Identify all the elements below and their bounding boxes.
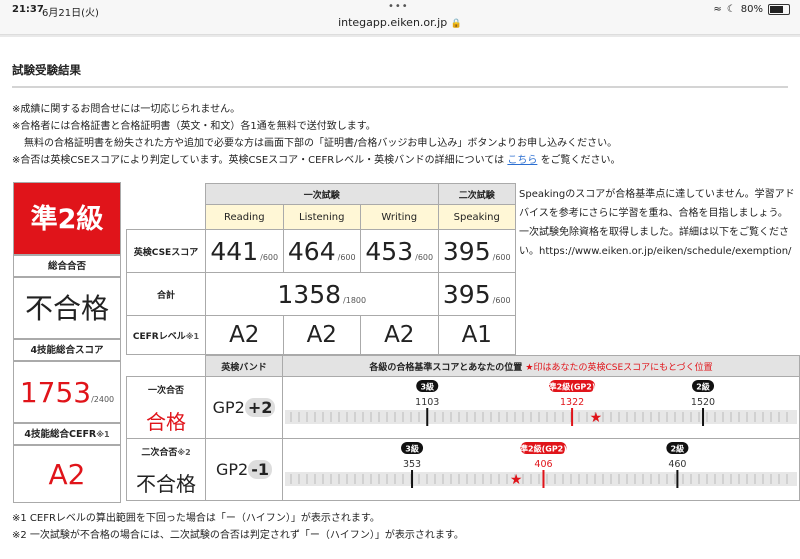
col-writing: Writing xyxy=(360,204,439,230)
grade-pill-label: 2級 xyxy=(696,382,710,392)
threshold-score: 406 xyxy=(534,459,552,470)
second-result-value: 不合格 xyxy=(126,464,206,502)
grade-badge: 準2級 xyxy=(13,182,121,255)
first-result-value: 合格 xyxy=(126,402,206,440)
band-header: 英検バンド xyxy=(205,355,283,377)
footnotes: ※1 CEFRレベルの算出範囲を下回った場合は「ー（ハイフン）」が表示されます。… xyxy=(12,510,464,544)
battery-icon xyxy=(768,4,790,15)
footnote-1: ※1 CEFRレベルの算出範囲を下回った場合は「ー（ハイフン）」が表示されます。 xyxy=(12,513,380,524)
threshold-score: 460 xyxy=(668,459,686,470)
reading-score: 441/600 xyxy=(205,229,284,273)
total-row-label: 合計 xyxy=(126,272,206,316)
listening-score: 464/600 xyxy=(282,229,361,273)
col-reading: Reading xyxy=(205,204,284,230)
note-2: ※合格者には合格証書と合格証明書（英文・和文）各1通を無料で送付致します。 xyxy=(12,121,376,132)
grade-pill-label: 準2級(GP2) xyxy=(520,444,567,454)
overall-label: 総合合否 xyxy=(13,255,121,277)
speaking-cefr: A1 xyxy=(437,315,516,355)
address-bar[interactable]: integapp.eiken.or.jp 🔒 xyxy=(0,16,800,29)
url-text: integapp.eiken.or.jp xyxy=(338,16,448,29)
status-bar: 21:37 6月21日(火) ••• integapp.eiken.or.jp … xyxy=(0,0,800,35)
scale-bar xyxy=(285,472,797,486)
writing-score: 453/600 xyxy=(360,229,439,273)
scale-bar xyxy=(285,410,797,424)
cse-row-label: 英検CSEスコア xyxy=(126,229,206,273)
threshold-score: 1322 xyxy=(560,397,584,408)
scores-table: 一次試験 二次試験 Reading Listening Writing Spea… xyxy=(126,183,516,355)
total4-max: /2400 xyxy=(91,395,115,404)
second-scale: 3級 353 準2級(GP2) 406 2級 460 ★ xyxy=(282,438,800,501)
reading-cefr: A2 xyxy=(205,315,284,355)
summary-panel: 準2級 総合合否 不合格 4技能総合スコア 1753/2400 4技能総合CEF… xyxy=(13,182,121,503)
second-exam-header: 二次試験 xyxy=(437,183,516,205)
advice-text: Speakingのスコアが合格基準点に達していません。学習アドバイスを参考にさら… xyxy=(519,189,795,257)
total4-value: 1753 xyxy=(19,376,92,409)
first-exam-header: 一次試験 xyxy=(205,183,439,205)
threshold-score: 353 xyxy=(403,459,421,470)
col-speaking: Speaking xyxy=(437,204,516,230)
total4-label: 4技能総合スコア xyxy=(13,339,121,361)
threshold-score: 1103 xyxy=(415,397,439,408)
writing-cefr: A2 xyxy=(360,315,439,355)
overall-result: 不合格 xyxy=(13,277,121,339)
note-2b: 無料の合格証明書を紛失された方や追加で必要な方は画面下部の「証明書/合格バッジお… xyxy=(24,138,618,149)
total4-score: 1753/2400 xyxy=(13,361,121,423)
my-score-star-icon: ★ xyxy=(510,472,523,488)
note-3-text: ※合否は英検CSEスコアにより判定しています。英検CSEスコア・CEFRレベル・… xyxy=(12,155,505,166)
my-score-star-icon: ★ xyxy=(590,410,603,426)
grade-pill-label: 2級 xyxy=(671,444,685,454)
cefr4-value: A2 xyxy=(13,445,121,503)
cefr4-label: 4技能総合CEFR※1 xyxy=(13,423,121,445)
page-title: 試験受験結果 xyxy=(12,63,81,77)
note-3: ※合否は英検CSEスコアにより判定しています。英検CSEスコア・CEFRレベル・… xyxy=(12,152,621,169)
moon-icon: ☾ xyxy=(726,4,736,15)
footnote-2: ※2 一次試験が不合格の場合には、二次試験の合否は判定されず「ー（ハイフン）」が… xyxy=(12,530,464,541)
second-band: GP2 -1 xyxy=(205,438,283,501)
lock-icon: 🔒 xyxy=(450,19,462,29)
grade-pill-label: 準2級(GP2) xyxy=(549,382,596,392)
note-3-tail: をご覧ください。 xyxy=(540,155,621,166)
first-band: GP2 +2 xyxy=(205,376,283,439)
listening-cefr: A2 xyxy=(282,315,361,355)
first-result-label: 一次合否 xyxy=(126,376,206,403)
speaking-score: 395/600 xyxy=(437,229,516,273)
grade-pill-label: 3級 xyxy=(420,382,434,392)
battery-percent: 80% xyxy=(740,4,763,15)
second-total-score: 395/600 xyxy=(437,272,516,316)
status-time: 21:37 xyxy=(12,4,44,15)
notes: ※成績に関するお問合せには一切応じられません。 ※合格者には合格証書と合格証明書… xyxy=(12,101,621,169)
band-table: 英検バンド 各級の合格基準スコアとあなたの位置 ★印はあなたの英検CSEスコアに… xyxy=(126,355,800,502)
first-scale: 3級 1103 準2級(GP2) 1322 2級 1520 ★ xyxy=(282,376,800,439)
divider xyxy=(12,86,788,88)
grade-pill-label: 3級 xyxy=(405,444,419,454)
threshold-score: 1520 xyxy=(691,397,715,408)
first-total-score: 1358/1800 xyxy=(205,272,439,316)
scale-header: 各級の合格基準スコアとあなたの位置 ★印はあなたの英検CSEスコアにもとづく位置 xyxy=(282,355,800,377)
note-1: ※成績に関するお問合せには一切応じられません。 xyxy=(12,104,241,115)
second-result-label: 二次合否※2 xyxy=(126,438,206,465)
wifi-icon: ≈ xyxy=(713,4,722,15)
more-dots-icon[interactable]: ••• xyxy=(388,1,409,12)
details-link[interactable]: こちら xyxy=(507,155,537,166)
col-listening: Listening xyxy=(282,204,361,230)
cefr-row-label: CEFRレベル※1 xyxy=(126,315,206,355)
cefr4-note: ※1 xyxy=(96,430,110,439)
cefr4-label-text: 4技能総合CEFR xyxy=(24,429,97,440)
